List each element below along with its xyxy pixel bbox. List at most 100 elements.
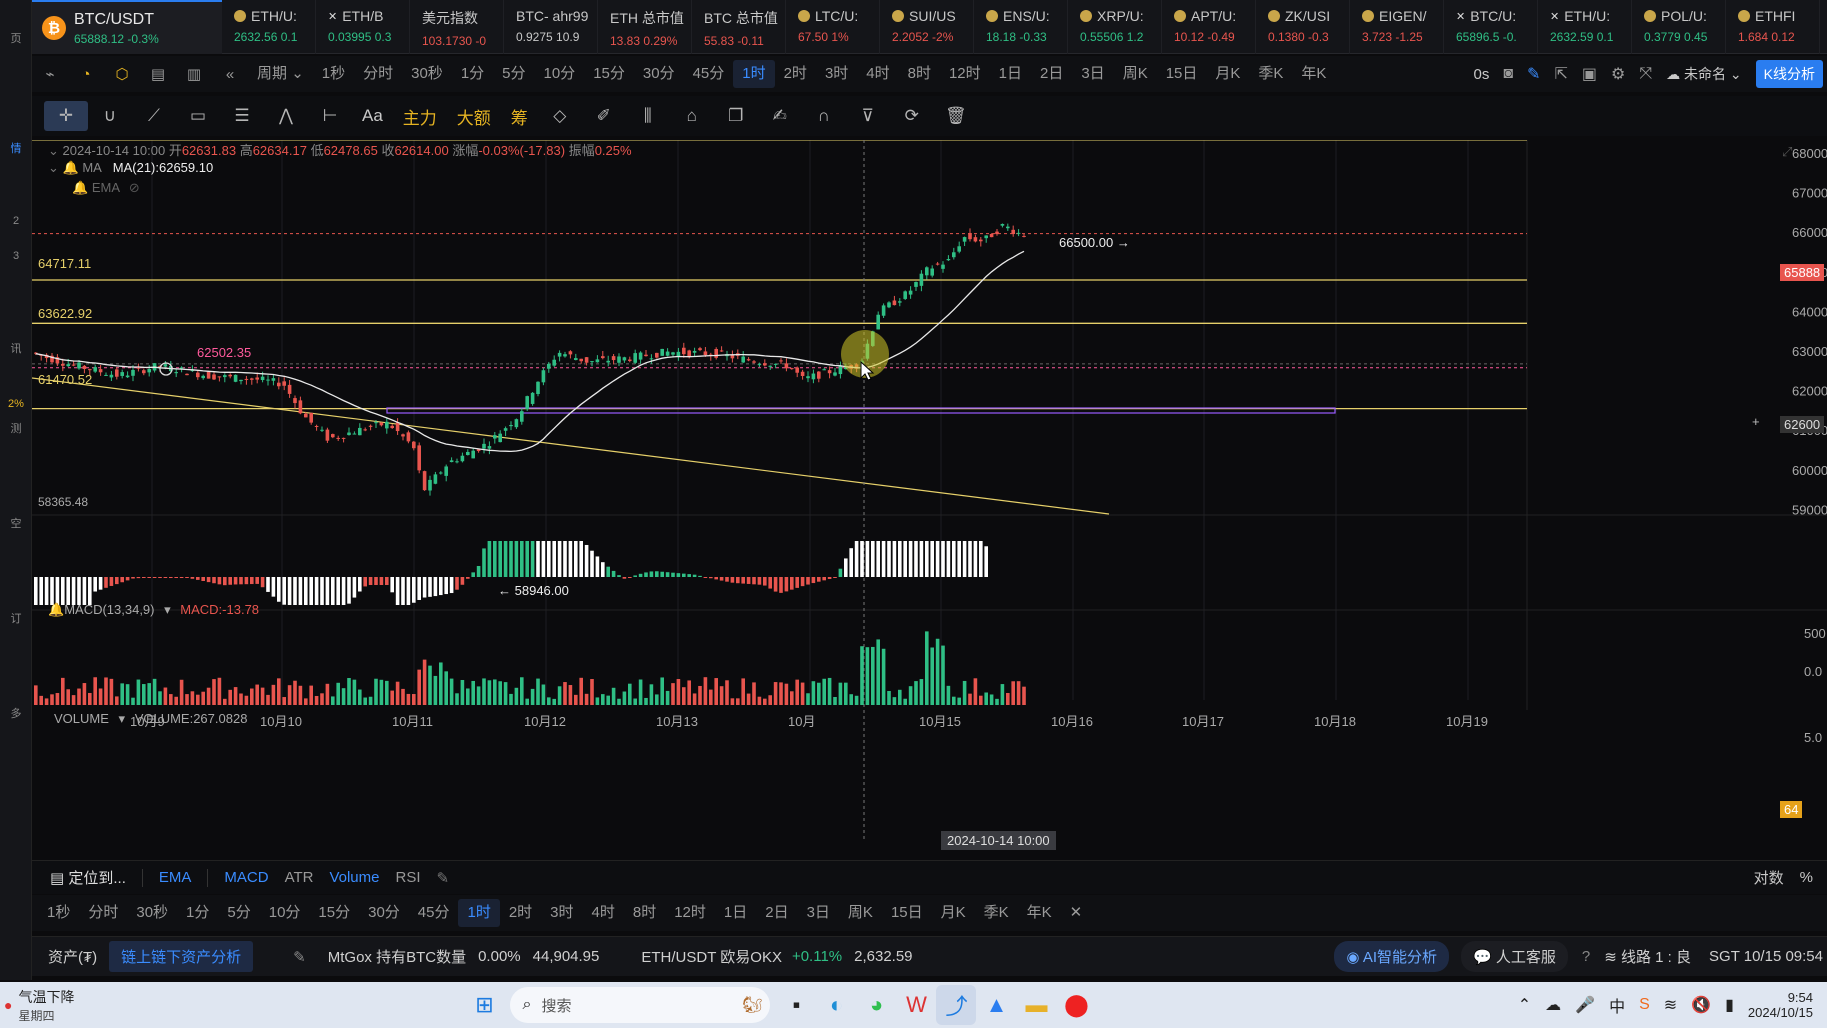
ticker-item[interactable]: ✕ BTC/U: 65896.5 -0.	[1444, 0, 1538, 54]
bottom-timeframe-14[interactable]: 12时	[665, 899, 715, 927]
sogou-icon[interactable]: S	[1639, 996, 1650, 1014]
microphone-icon[interactable]: 🎤	[1575, 995, 1595, 1015]
eye-off-icon[interactable]: ⊘	[129, 180, 140, 195]
left-strip-item[interactable]: 页	[0, 30, 32, 46]
file-explorer-app-icon[interactable]: ▪	[776, 985, 816, 1025]
left-strip-item[interactable]: 测	[0, 420, 32, 436]
bottom-timeframe-18[interactable]: 周K	[839, 899, 882, 927]
left-strip-item[interactable]: 多	[0, 705, 32, 721]
ticker-item[interactable]: LTC/U: 67.50 1%	[786, 0, 880, 54]
expand-icon[interactable]: ⤢	[1782, 144, 1792, 160]
image-icon[interactable]: ▣	[1582, 64, 1597, 84]
trendline-tool-icon[interactable]: ⟋	[132, 106, 176, 126]
timeframe-1[interactable]: 分时	[354, 60, 402, 88]
ticker-item[interactable]: XRP/U: 0.55506 1.2	[1068, 0, 1162, 54]
bottom-timeframe-2[interactable]: 30秒	[127, 899, 177, 927]
ticker-item[interactable]: BTC 总市值 55.83 -0.11	[692, 0, 786, 54]
settings-icon[interactable]: ⚙	[1611, 64, 1625, 84]
trading-app-icon[interactable]: ⤴	[936, 985, 977, 1025]
ticker-item[interactable]: ✕ ETH/B 0.03995 0.3	[316, 0, 410, 54]
weather-widget[interactable]: ● 气温下降 星期四	[4, 987, 74, 1024]
timeframe-13[interactable]: 8时	[899, 60, 940, 88]
recorder-icon[interactable]: ⬤	[1056, 985, 1096, 1025]
indicator-volume[interactable]: Volume	[329, 869, 379, 886]
pencil-icon[interactable]: ✎	[293, 948, 306, 966]
left-strip-item[interactable]: 2	[0, 215, 32, 227]
volume-muted-icon[interactable]: 🔇	[1691, 995, 1711, 1015]
bottom-timeframe-5[interactable]: 10分	[260, 899, 310, 927]
timeframe-7[interactable]: 30分	[634, 60, 684, 88]
photos-app-icon[interactable]: ▲	[976, 985, 1016, 1025]
timeframe-2[interactable]: 30秒	[402, 60, 452, 88]
tray-expand-icon[interactable]: ⌃	[1518, 995, 1531, 1015]
bottom-timeframe-16[interactable]: 2日	[756, 899, 797, 927]
macd-header[interactable]: 🔔MACD(13,34,9) ▾ MACD:-13.78	[48, 602, 259, 618]
indicator-rsi[interactable]: RSI	[396, 869, 421, 886]
bottom-timeframe-10[interactable]: 2时	[500, 899, 541, 927]
pattern-tool-icon[interactable]: ⋀	[264, 106, 308, 126]
bottom-timeframe-0[interactable]: 1秒	[38, 899, 79, 927]
locate-button[interactable]: ▤ 定位到...	[50, 867, 126, 888]
percent-scale-toggle[interactable]: %	[1800, 869, 1813, 886]
timeframe-16[interactable]: 2日	[1031, 60, 1072, 88]
curve-tool-icon[interactable]: ∪	[88, 106, 132, 126]
ticker-item[interactable]: ETH/U: 2632.56 0.1	[222, 0, 316, 54]
volume-header[interactable]: VOLUME ▾ VOLUME:267.0828	[54, 711, 247, 727]
hexagon-icon[interactable]: ⬡	[104, 65, 140, 83]
chips-tool[interactable]: 筹	[501, 104, 538, 129]
chain-analysis-button[interactable]: 链上链下资产分析	[109, 941, 254, 972]
battery-icon[interactable]: ▮	[1725, 995, 1734, 1015]
timeframe-14[interactable]: 12时	[940, 60, 990, 88]
ticker-item[interactable]: APT/U: 10.12 -0.49	[1162, 0, 1256, 54]
assets-label[interactable]: 资产(₮)	[48, 946, 97, 967]
taskbar-date[interactable]: 2024/10/15	[1748, 1005, 1813, 1020]
timeframe-22[interactable]: 年K	[1292, 60, 1335, 88]
ticker-item[interactable]: ETHFI 1.684 0.12	[1726, 0, 1820, 54]
bottom-timeframe-20[interactable]: 月K	[932, 899, 975, 927]
bell-icon[interactable]: 🔔	[48, 602, 64, 617]
taskbar-clock[interactable]: 9:54	[1748, 990, 1813, 1005]
bottom-timeframe-8[interactable]: 45分	[409, 899, 459, 927]
line-chart-icon[interactable]: ⌁	[32, 65, 68, 83]
indicator-macd[interactable]: MACD	[224, 869, 268, 886]
bottom-timeframe-12[interactable]: 4时	[583, 899, 624, 927]
camera-icon[interactable]: ◙	[1503, 65, 1513, 83]
left-strip-item[interactable]: 空	[0, 515, 32, 531]
rectangle-tool-icon[interactable]: ▭	[176, 106, 220, 126]
ticker-item[interactable]: 美元指数 103.1730 -0	[410, 0, 504, 54]
text-tool[interactable]: Aa	[352, 106, 393, 126]
kline-analysis-button[interactable]: K线分析	[1755, 60, 1823, 88]
ticker-item[interactable]: ENS/U: 18.18 -0.33	[974, 0, 1068, 54]
sync-icon[interactable]: ⟳	[890, 106, 934, 126]
bottom-timeframe-7[interactable]: 30分	[359, 899, 409, 927]
crosshair-icon[interactable]: ✛	[44, 101, 88, 131]
collapse-icon[interactable]: ⌄	[48, 160, 59, 175]
left-strip-item[interactable]: 2%	[0, 398, 32, 410]
ticker-item[interactable]: EIGEN/3.723 -1.25	[1350, 0, 1444, 54]
timeframe-4[interactable]: 5分	[493, 60, 534, 88]
timeframe-20[interactable]: 月K	[1206, 60, 1249, 88]
add-alert-icon[interactable]: +	[1752, 414, 1760, 429]
taskbar-search[interactable]: ⌕ 搜索 🐿	[510, 987, 771, 1023]
ema-indicator-row[interactable]: 🔔 EMA ⊘	[72, 180, 140, 196]
log-scale-toggle[interactable]: 对数	[1754, 867, 1784, 888]
bottom-timeframe-4[interactable]: 5分	[218, 899, 259, 927]
chart-canvas[interactable]: 6800067000660006500064000630006200061000…	[32, 140, 1827, 860]
timeframe-8[interactable]: 45分	[684, 60, 734, 88]
bottom-timeframe-1[interactable]: 分时	[79, 899, 127, 927]
ticker-item[interactable]: POL/U: 0.3779 0.45	[1632, 0, 1726, 54]
measure-tool-icon[interactable]: ⊢	[308, 106, 352, 126]
bottom-timeframe-19[interactable]: 15日	[882, 899, 932, 927]
parallel-lines-icon[interactable]: ☰	[220, 106, 264, 126]
pen-icon[interactable]: ✎	[1527, 64, 1540, 84]
ticker-item[interactable]: ETH 总市值 13.83 0.29%	[598, 0, 692, 54]
timeframe-10[interactable]: 2时	[775, 60, 816, 88]
bottom-timeframe-21[interactable]: 季K	[975, 899, 1018, 927]
layout-name-dropdown[interactable]: ☁ 未命名 ⌄	[1666, 64, 1742, 84]
indicator-atr[interactable]: ATR	[285, 869, 314, 886]
left-strip-item[interactable]: 订	[0, 610, 32, 626]
left-strip-item[interactable]: 3	[0, 250, 32, 262]
chevron-down-icon[interactable]: ▾	[164, 602, 171, 617]
main-force-tool[interactable]: 主力	[393, 104, 447, 129]
lock-icon[interactable]: ⌂	[670, 106, 714, 126]
